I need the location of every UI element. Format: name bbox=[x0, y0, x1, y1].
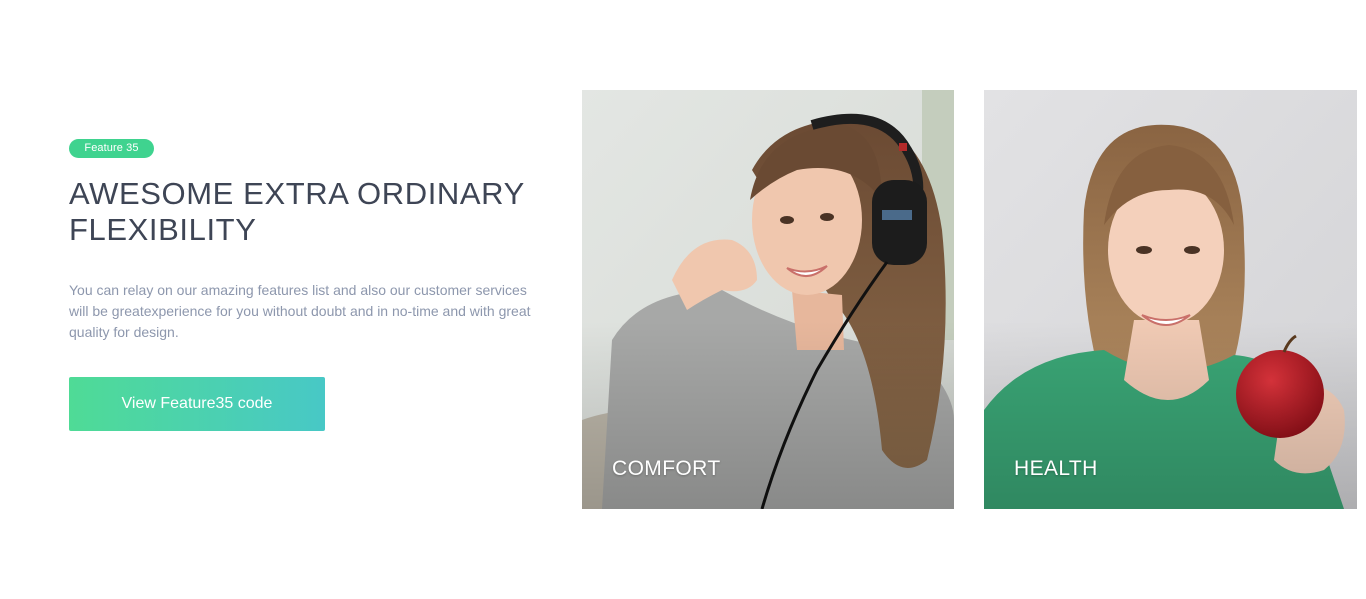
heading-line-1: AWESOME EXTRA ORDINARY bbox=[69, 176, 525, 211]
feature-card-health[interactable]: HEALTH bbox=[984, 90, 1357, 509]
section-heading: AWESOME EXTRA ORDINARY FLEXIBILITY bbox=[69, 176, 549, 248]
woman-with-headphones-photo bbox=[582, 90, 954, 509]
feature-card-comfort[interactable]: COMFORT bbox=[582, 90, 954, 509]
heading-line-2: FLEXIBILITY bbox=[69, 212, 257, 247]
card-label-comfort: COMFORT bbox=[612, 457, 721, 480]
section-description: You can relay on our amazing features li… bbox=[69, 282, 531, 340]
feature-badge: Feature 35 bbox=[69, 139, 154, 158]
card-label-health: HEALTH bbox=[1014, 457, 1098, 480]
woman-holding-apple-photo bbox=[984, 90, 1357, 509]
feature-section: Feature 35 AWESOME EXTRA ORDINARY FLEXIB… bbox=[0, 0, 1366, 599]
view-code-button[interactable]: View Feature35 code bbox=[69, 377, 325, 431]
